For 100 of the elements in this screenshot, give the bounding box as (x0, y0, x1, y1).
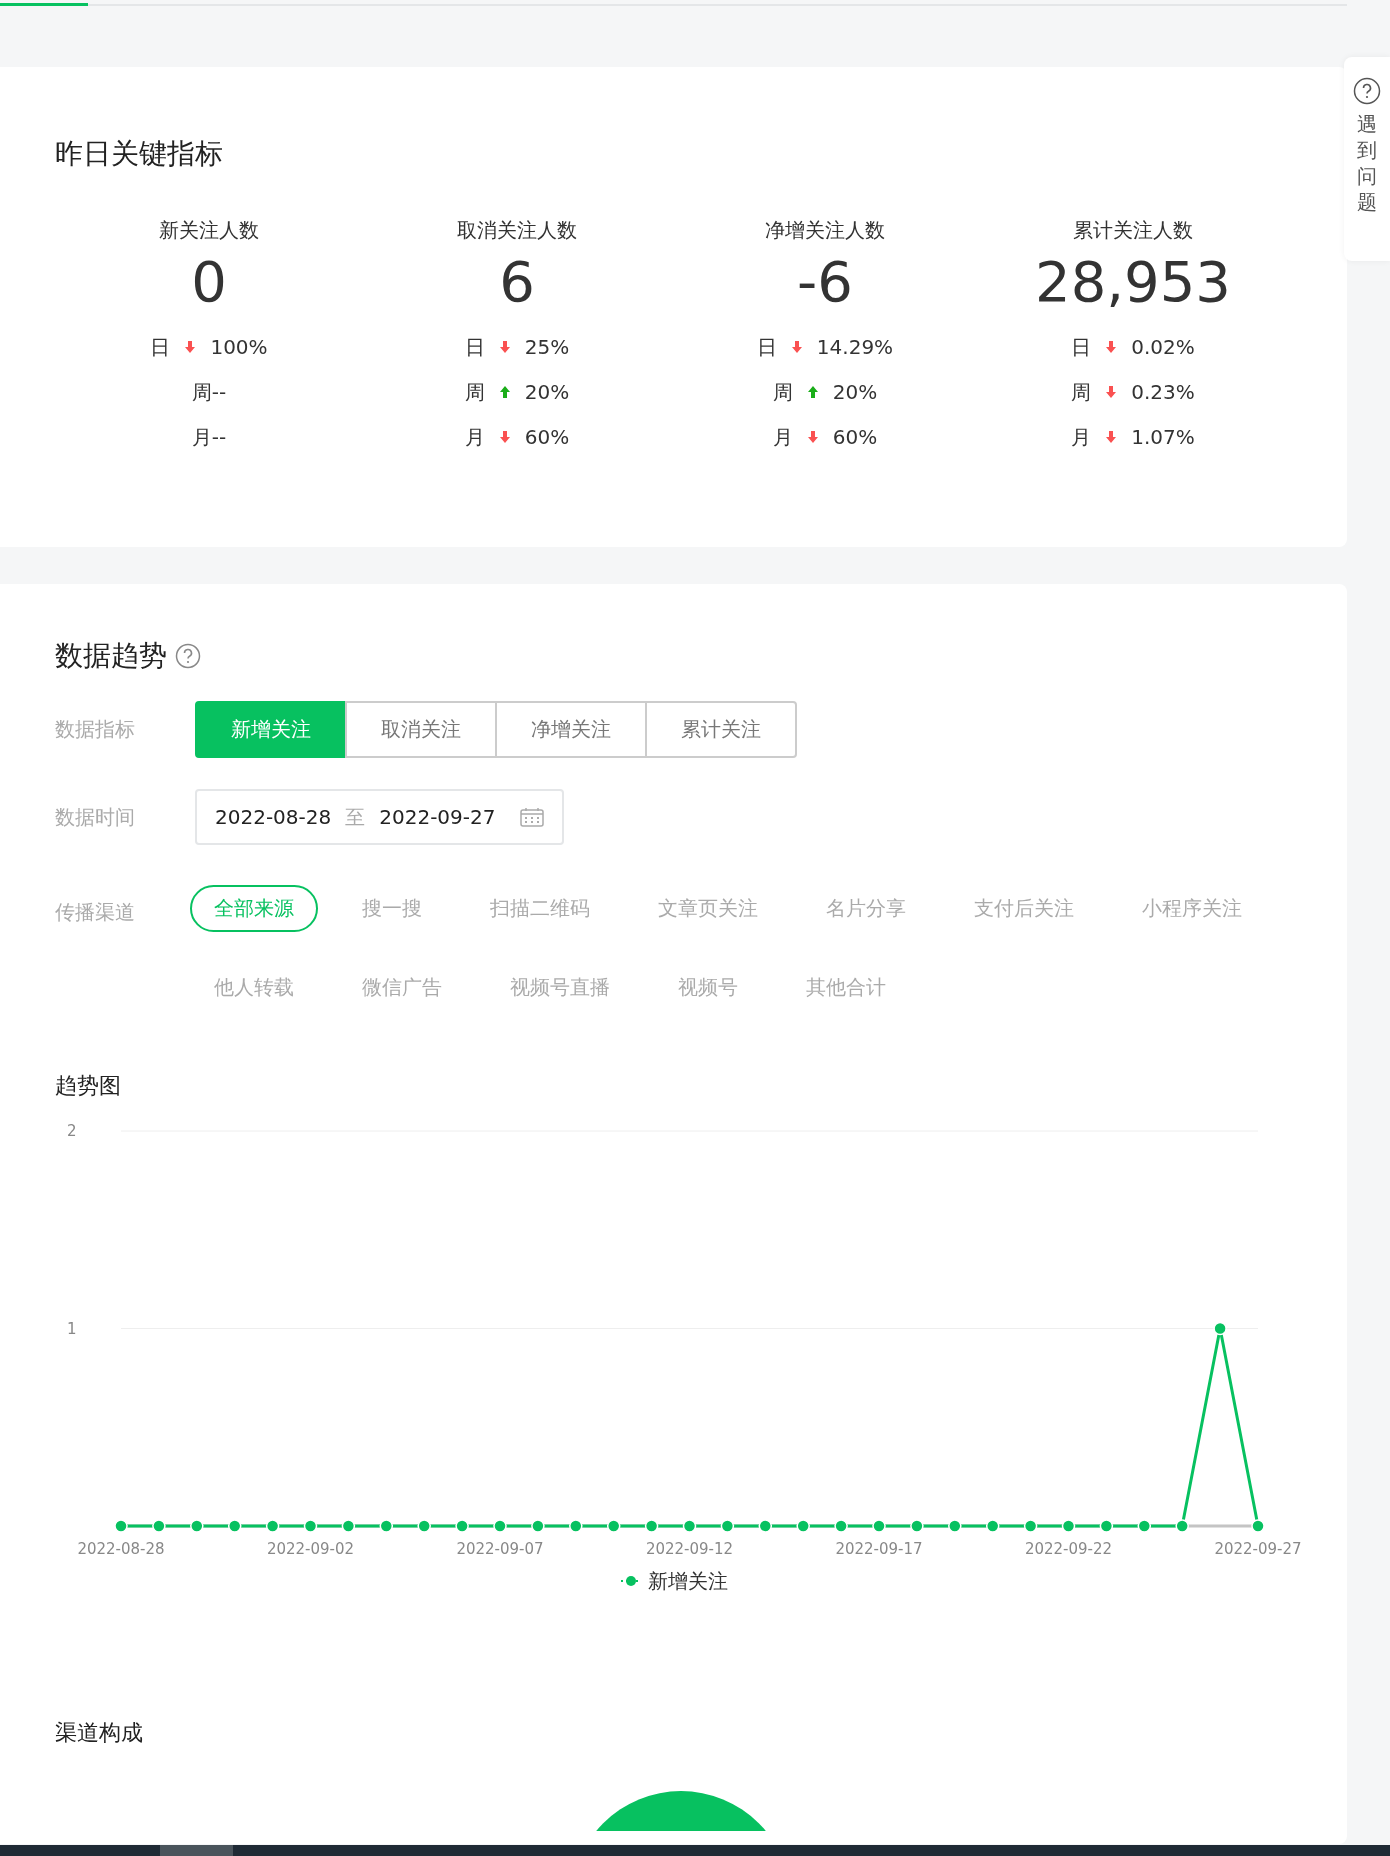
indicator-tab[interactable]: 取消关注 (345, 700, 497, 758)
data-point (569, 1518, 583, 1533)
metric-label: 净增关注人数 (764, 216, 886, 244)
data-point (1061, 1518, 1076, 1533)
down-arrow-icon (1105, 384, 1118, 399)
data-point (1251, 1518, 1265, 1533)
legend-label: 新增关注 (647, 1567, 728, 1595)
section-title: 数据趋势 (55, 639, 167, 673)
channel-filter[interactable]: 文章页关注 (633, 884, 782, 932)
help-icon (1353, 77, 1381, 105)
data-point (417, 1518, 431, 1533)
data-point (152, 1518, 166, 1533)
change-value: 月-- (191, 423, 227, 451)
metric-value: 6 (498, 250, 536, 313)
indicator-tab[interactable]: 净增关注 (495, 700, 647, 758)
metric-label: 取消关注人数 (456, 216, 578, 244)
data-point (985, 1518, 1000, 1533)
data-point (1175, 1518, 1189, 1533)
channel-filter[interactable]: 视频号直播 (485, 963, 634, 1011)
data-point (948, 1518, 962, 1533)
down-arrow-icon (806, 429, 819, 444)
data-point (682, 1518, 697, 1533)
data-point (1099, 1518, 1114, 1533)
x-axis-label: 2022-08-28 (77, 1539, 165, 1558)
data-point (114, 1518, 128, 1533)
x-axis-label: 2022-09-12 (645, 1539, 734, 1558)
data-point (1023, 1518, 1038, 1533)
change-value: 1.07% (1131, 423, 1195, 451)
change-value: 0.02% (1131, 333, 1195, 361)
down-arrow-icon (790, 339, 803, 354)
change-value: 14.29% (816, 333, 894, 361)
channel-filter[interactable]: 他人转载 (189, 963, 318, 1011)
data-point (455, 1518, 469, 1533)
down-arrow-icon (1105, 339, 1118, 354)
x-axis-label: 2022-09-17 (835, 1539, 923, 1558)
up-arrow-icon (498, 384, 511, 399)
x-axis-label: 2022-09-22 (1024, 1539, 1113, 1558)
field-label: 数据时间 (55, 803, 136, 831)
channel-filter[interactable]: 视频号 (653, 963, 762, 1011)
data-point (227, 1518, 242, 1533)
change-value: 20% (832, 378, 878, 406)
data-point (644, 1518, 659, 1533)
data-point (606, 1518, 621, 1533)
change-value: 100% (210, 333, 268, 361)
metric-value: -6 (796, 250, 854, 313)
chart-title: 趋势图 (55, 1071, 122, 1100)
data-point (796, 1518, 810, 1533)
data-point (720, 1518, 735, 1533)
data-point (303, 1518, 318, 1533)
channel-filter[interactable]: 名片分享 (801, 884, 930, 932)
channel-filter[interactable]: 其他合计 (781, 963, 910, 1011)
period-label: 周 (772, 378, 793, 406)
data-point (834, 1518, 848, 1533)
period-label: 月 (464, 423, 485, 451)
help-panel[interactable]: 遇到问题 (1344, 57, 1390, 261)
y-axis-label: 1 (67, 1319, 77, 1338)
change-value: 25% (524, 333, 570, 361)
data-point (910, 1518, 924, 1533)
x-axis-label: 2022-09-02 (266, 1539, 355, 1558)
metric-label: 累计关注人数 (1072, 216, 1194, 244)
data-point (493, 1518, 507, 1533)
channel-filter[interactable]: 微信广告 (337, 963, 466, 1011)
calendar-icon (520, 806, 544, 827)
channel-filter[interactable]: 全部来源 (189, 884, 318, 932)
field-label: 数据指标 (55, 716, 136, 744)
indicator-tab[interactable]: 累计关注 (645, 700, 797, 758)
period-label: 日 (1071, 333, 1092, 361)
section-title: 昨日关键指标 (55, 137, 224, 171)
period-label: 周 (464, 378, 485, 406)
change-value: 0.23% (1131, 378, 1195, 406)
data-point (531, 1518, 545, 1533)
period-label: 日 (756, 333, 777, 361)
metric-value: 0 (190, 250, 228, 313)
channel-filter[interactable]: 小程序关注 (1117, 884, 1266, 932)
metric-label: 新关注人数 (158, 216, 260, 244)
data-point (265, 1518, 280, 1533)
down-arrow-icon (498, 339, 511, 354)
help-icon[interactable] (175, 642, 201, 669)
down-arrow-icon (1105, 429, 1118, 444)
channel-filter[interactable]: 搜一搜 (337, 884, 446, 932)
channel-filter[interactable]: 支付后关注 (949, 884, 1098, 932)
x-axis-label: 2022-09-27 (1214, 1539, 1302, 1558)
y-axis-label: 2 (67, 1121, 77, 1140)
data-point (872, 1518, 886, 1533)
change-value: 60% (524, 423, 570, 451)
change-value: 60% (832, 423, 878, 451)
period-label: 周 (1071, 378, 1092, 406)
change-value: 周-- (191, 378, 227, 406)
down-arrow-icon (184, 339, 197, 354)
period-label: 日 (464, 333, 485, 361)
date-range-field[interactable]: 2022-08-28 至 2022-09-27 (195, 788, 564, 845)
period-label: 月 (772, 423, 793, 451)
data-point (190, 1518, 204, 1533)
metric-value: 28,953 (1034, 250, 1232, 313)
change-value: 20% (524, 378, 570, 406)
indicator-tab[interactable]: 新增关注 (195, 700, 347, 758)
period-label: 月 (1071, 423, 1092, 451)
field-label: 传播渠道 (55, 898, 136, 926)
channel-filter[interactable]: 扫描二维码 (465, 884, 614, 932)
data-point (341, 1518, 356, 1533)
